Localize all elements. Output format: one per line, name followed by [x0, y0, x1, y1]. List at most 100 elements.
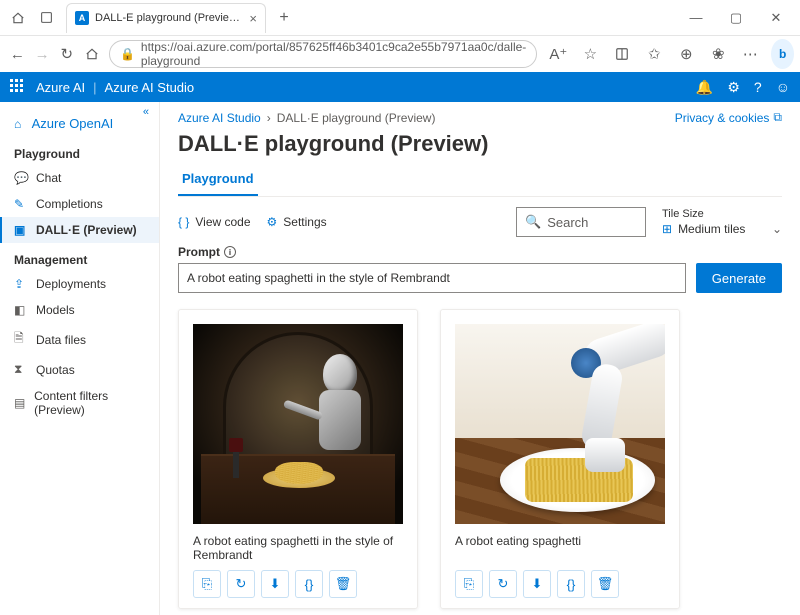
- generated-image[interactable]: [193, 324, 403, 524]
- tile-size-dropdown[interactable]: ⊞ Medium tiles ⌄: [662, 222, 782, 236]
- feedback-icon[interactable]: ☺: [776, 79, 790, 95]
- prompt-input[interactable]: [178, 263, 686, 293]
- studio-label[interactable]: Azure AI Studio: [105, 80, 195, 95]
- maximize-button[interactable]: ▢: [716, 4, 756, 32]
- delete-button[interactable]: 🗑: [591, 570, 619, 598]
- collapse-sidebar-icon[interactable]: «: [143, 106, 149, 118]
- azure-favicon: A: [75, 11, 89, 25]
- copy-button[interactable]: ⎘: [455, 570, 483, 598]
- breadcrumb-current: DALL·E playground (Preview): [277, 111, 436, 125]
- new-tab-button[interactable]: +: [270, 4, 298, 32]
- search-input[interactable]: 🔍 Search: [516, 207, 646, 237]
- sub-tabs: Playground: [178, 165, 782, 197]
- grid-icon: ⊞: [662, 222, 672, 236]
- favorite-icon[interactable]: ☆: [575, 39, 605, 69]
- tile-size-control: Tile Size ⊞ Medium tiles ⌄: [662, 208, 782, 236]
- window-controls: ― ▢ ✕: [676, 4, 796, 32]
- forward-button: →: [31, 39, 54, 69]
- tabs-icon[interactable]: [32, 4, 60, 32]
- sidebar-section-management: Management: [0, 243, 159, 271]
- search-icon: 🔍: [525, 214, 541, 230]
- toolbar: { } View code ⚙ Settings 🔍 Search Tile S…: [178, 197, 782, 237]
- prompt-label: Prompt i: [178, 245, 782, 259]
- tab-close-icon[interactable]: ×: [249, 11, 257, 26]
- brand-label[interactable]: Azure AI: [36, 80, 85, 95]
- minimize-button[interactable]: ―: [676, 4, 716, 32]
- view-code-button[interactable]: { } View code: [178, 215, 251, 229]
- page-title: DALL·E playground (Preview): [178, 131, 782, 157]
- info-icon[interactable]: i: [224, 246, 236, 258]
- url-input[interactable]: 🔒 https://oai.azure.com/portal/857625ff4…: [109, 40, 537, 68]
- home-button[interactable]: [80, 39, 103, 69]
- sidebar-item-dalle[interactable]: ▣ DALL·E (Preview): [0, 217, 159, 243]
- sidebar-item-completions[interactable]: ✎ Completions: [0, 191, 159, 217]
- completions-icon: ✎: [14, 197, 28, 211]
- sidebar-item-models[interactable]: ◧ Models: [0, 297, 159, 323]
- tile-size-label: Tile Size: [662, 208, 782, 220]
- generate-button[interactable]: Generate: [696, 263, 782, 293]
- home-icon: ⌂: [14, 117, 28, 131]
- gear-icon: ⚙: [267, 215, 278, 229]
- settings-button[interactable]: ⚙ Settings: [267, 215, 327, 229]
- code-button[interactable]: {}: [295, 570, 323, 598]
- privacy-link[interactable]: Privacy & cookies ⧉: [675, 110, 782, 125]
- bing-chat-button[interactable]: b: [771, 39, 794, 69]
- results-grid: A robot eating spaghetti in the style of…: [178, 309, 782, 609]
- breadcrumb: Azure AI Studio › DALL·E playground (Pre…: [178, 110, 782, 125]
- sidebar-item-deployments[interactable]: ⇪ Deployments: [0, 271, 159, 297]
- breadcrumb-root[interactable]: Azure AI Studio: [178, 111, 261, 125]
- card-toolbar: ⎘ ↻ ⬇ {} 🗑: [193, 570, 403, 598]
- copy-button[interactable]: ⎘: [193, 570, 221, 598]
- read-aloud-icon[interactable]: A⁺: [543, 39, 573, 69]
- deployments-icon: ⇪: [14, 277, 28, 291]
- chevron-down-icon: ⌄: [772, 222, 782, 236]
- delete-button[interactable]: 🗑: [329, 570, 357, 598]
- result-caption: A robot eating spaghetti: [455, 534, 665, 562]
- sidebar-item-contentfilters[interactable]: ▤ Content filters (Preview): [0, 383, 159, 423]
- sidebar-item-datafiles[interactable]: 🗎 Data files: [0, 323, 159, 356]
- waffle-icon[interactable]: [10, 79, 26, 95]
- generated-image[interactable]: [455, 324, 665, 524]
- download-button[interactable]: ⬇: [261, 570, 289, 598]
- models-icon: ◧: [14, 303, 28, 317]
- help-icon[interactable]: ?: [754, 79, 762, 95]
- back-button[interactable]: ←: [6, 39, 29, 69]
- sidebar-brand[interactable]: ⌂ Azure OpenAI: [0, 110, 159, 137]
- content-area: « ⌂ Azure OpenAI Playground 💬 Chat ✎ Com…: [0, 102, 800, 615]
- split-icon[interactable]: [607, 39, 637, 69]
- refresh-button[interactable]: ↻: [55, 39, 78, 69]
- collections-icon[interactable]: ⊕: [671, 39, 701, 69]
- files-icon: 🗎: [14, 329, 28, 350]
- browser-titlebar: A DALL-E playground (Preview) | A... × +…: [0, 0, 800, 36]
- result-caption: A robot eating spaghetti in the style of…: [193, 534, 403, 562]
- settings-gear-icon[interactable]: ⚙: [727, 79, 740, 96]
- tab-title: DALL-E playground (Preview) | A...: [95, 12, 243, 24]
- sidebar-item-quotas[interactable]: ⧗ Quotas: [0, 356, 159, 383]
- notifications-icon[interactable]: 🔔: [696, 79, 713, 96]
- image-icon: ▣: [14, 223, 28, 237]
- main-panel: Azure AI Studio › DALL·E playground (Pre…: [160, 102, 800, 615]
- sidebar: « ⌂ Azure OpenAI Playground 💬 Chat ✎ Com…: [0, 102, 160, 615]
- profile-icon[interactable]: [4, 4, 32, 32]
- close-window-button[interactable]: ✕: [756, 4, 796, 32]
- result-card: A robot eating spaghetti ⎘ ↻ ⬇ {} 🗑: [440, 309, 680, 609]
- regenerate-button[interactable]: ↻: [227, 570, 255, 598]
- chat-icon: 💬: [14, 171, 28, 185]
- code-button[interactable]: {}: [557, 570, 585, 598]
- browser-tab[interactable]: A DALL-E playground (Preview) | A... ×: [66, 3, 266, 33]
- extensions-icon[interactable]: ❀: [703, 39, 733, 69]
- favorites-icon[interactable]: ✩: [639, 39, 669, 69]
- more-icon[interactable]: ⋯: [735, 39, 765, 69]
- tab-playground[interactable]: Playground: [178, 165, 258, 196]
- url-text: https://oai.azure.com/portal/857625ff46b…: [141, 40, 526, 68]
- azure-topbar: Azure AI | Azure AI Studio 🔔 ⚙ ? ☺: [0, 72, 800, 102]
- filter-icon: ▤: [14, 396, 26, 410]
- chevron-right-icon: ›: [267, 111, 271, 125]
- result-card: A robot eating spaghetti in the style of…: [178, 309, 418, 609]
- quotas-icon: ⧗: [14, 362, 28, 377]
- sidebar-section-playground: Playground: [0, 137, 159, 165]
- download-button[interactable]: ⬇: [523, 570, 551, 598]
- lock-icon: 🔒: [120, 47, 135, 61]
- regenerate-button[interactable]: ↻: [489, 570, 517, 598]
- sidebar-item-chat[interactable]: 💬 Chat: [0, 165, 159, 191]
